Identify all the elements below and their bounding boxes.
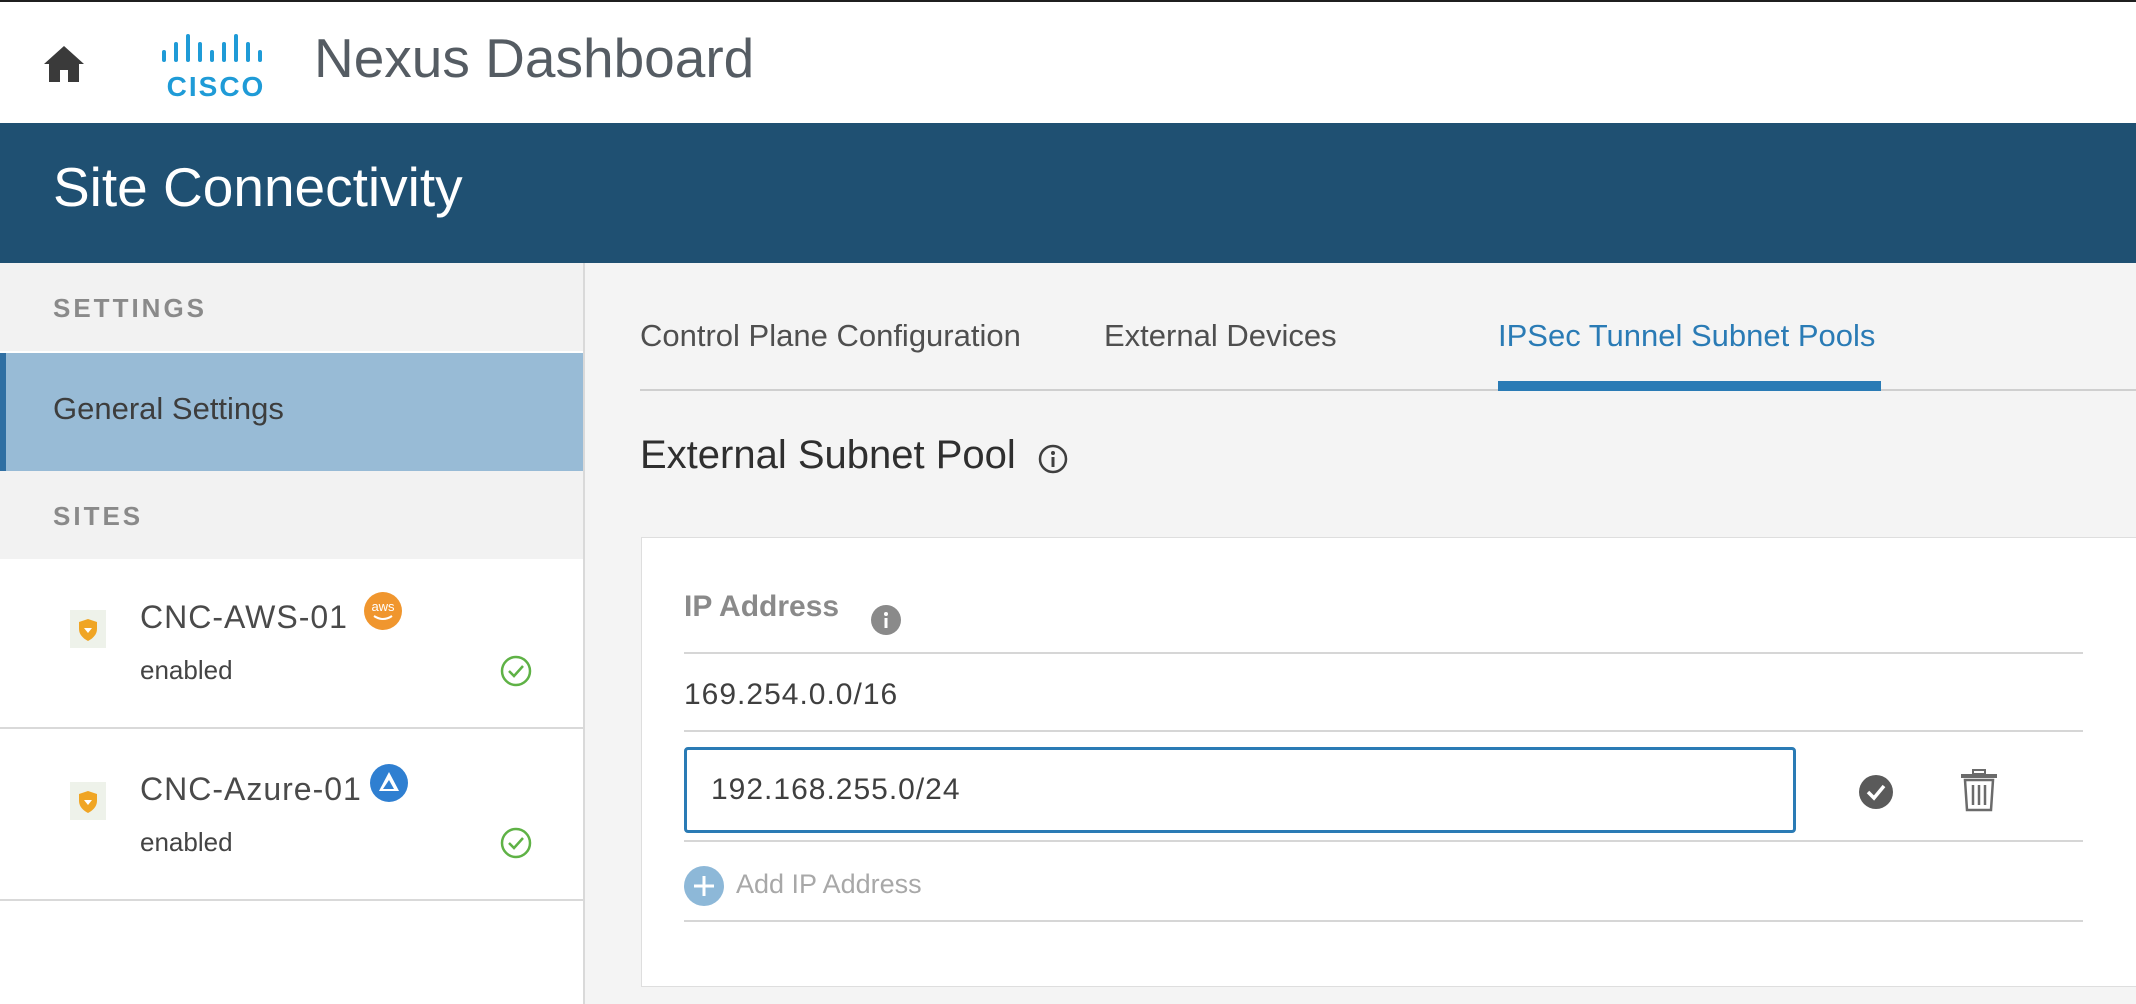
- top-bar: CISCO Nexus Dashboard: [0, 0, 2136, 123]
- trash-icon[interactable]: [1958, 768, 2000, 812]
- page-title: Site Connectivity: [53, 156, 463, 218]
- confirm-check-icon[interactable]: [1858, 774, 1894, 810]
- site-shield-icon: [70, 782, 106, 820]
- tab-ipsec-tunnel-subnet-pools[interactable]: IPSec Tunnel Subnet Pools: [1498, 318, 1875, 354]
- check-circle-icon: [500, 827, 532, 859]
- tab-control-plane-configuration[interactable]: Control Plane Configuration: [640, 318, 1021, 354]
- ip-address-column-header: IP Address: [684, 590, 840, 623]
- sidebar: SETTINGS General Settings SITES CNC-AWS-…: [0, 263, 585, 1004]
- site-item-azure[interactable]: CNC-Azure-01 enabled: [0, 731, 583, 901]
- site-status: enabled: [140, 655, 233, 685]
- check-circle-icon: [500, 655, 532, 687]
- add-circle-icon: [684, 866, 724, 906]
- divider: [684, 840, 2083, 842]
- divider: [684, 920, 2083, 922]
- divider: [684, 730, 2083, 732]
- app-title: Nexus Dashboard: [314, 27, 755, 89]
- aws-badge-text: aws: [371, 599, 395, 614]
- cisco-logo-text: CISCO: [167, 71, 266, 100]
- site-status: enabled: [140, 827, 233, 857]
- settings-section-header: SETTINGS: [0, 263, 583, 351]
- info-filled-icon[interactable]: [870, 604, 902, 636]
- ip-address-table: IP Address 169.254.0.0/16 192.168.255.0/…: [684, 538, 2083, 988]
- sites-section-header: SITES: [0, 471, 583, 559]
- page-banner: Site Connectivity: [0, 123, 2136, 263]
- active-tab-indicator: [1498, 381, 1881, 391]
- section-title: External Subnet Pool: [640, 433, 1016, 477]
- site-item-aws[interactable]: CNC-AWS-01 aws enabled: [0, 559, 583, 729]
- add-ip-address-label: Add IP Address: [736, 869, 922, 899]
- divider: [684, 652, 2083, 654]
- info-icon[interactable]: [1037, 443, 1069, 475]
- tab-external-devices[interactable]: External Devices: [1104, 318, 1337, 354]
- subnet-pool-card: IP Address 169.254.0.0/16 192.168.255.0/…: [641, 537, 2136, 987]
- aws-icon: aws: [364, 592, 402, 630]
- sidebar-item-general-settings[interactable]: General Settings: [0, 353, 583, 471]
- azure-icon: [370, 764, 408, 802]
- ip-address-row-value: 169.254.0.0/16: [684, 678, 899, 711]
- settings-header-label: SETTINGS: [53, 293, 208, 323]
- cisco-logo: CISCO: [162, 34, 266, 100]
- site-name: CNC-Azure-01: [140, 771, 362, 807]
- home-icon[interactable]: [40, 40, 88, 88]
- ip-address-input[interactable]: [684, 747, 1796, 833]
- site-name: CNC-AWS-01: [140, 599, 348, 635]
- tab-bar: Control Plane Configuration External Dev…: [640, 263, 2136, 391]
- sites-header-label: SITES: [53, 501, 144, 531]
- main-content: Control Plane Configuration External Dev…: [585, 263, 2136, 1004]
- site-shield-icon: [70, 610, 106, 648]
- sidebar-item-label: General Settings: [53, 391, 284, 426]
